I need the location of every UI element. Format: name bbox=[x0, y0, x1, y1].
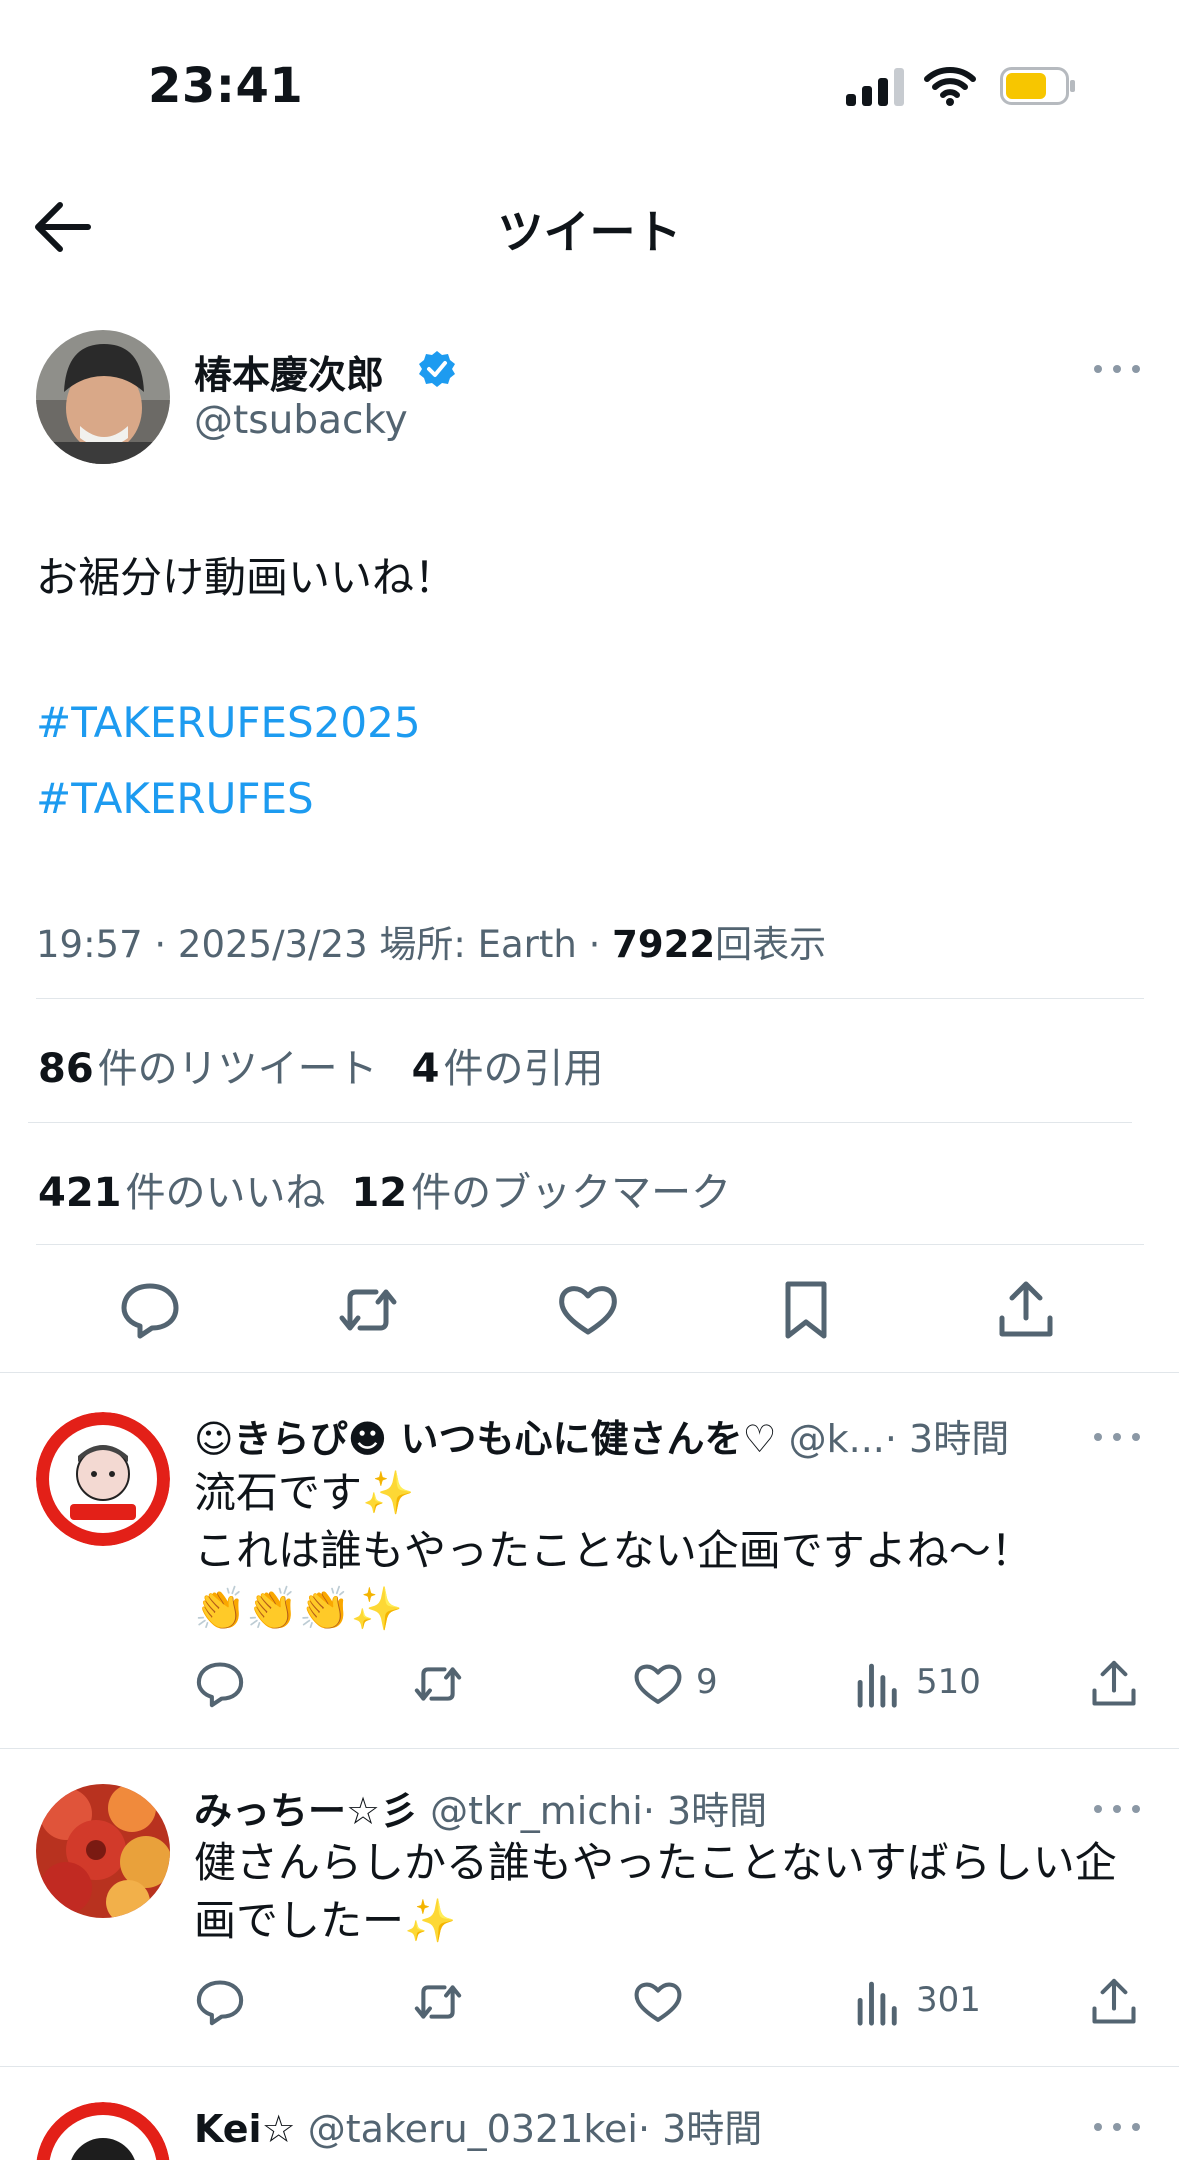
hashtag-link[interactable]: #TAKERUFES bbox=[36, 774, 314, 823]
like-button[interactable] bbox=[556, 1278, 620, 1342]
reply-text-line: 👏👏👏✨ bbox=[194, 1584, 404, 1633]
retweet-icon bbox=[414, 1985, 462, 2019]
reply-avatar[interactable] bbox=[36, 1784, 170, 1918]
reply-header: ☺︎きらぴ☻ いつも心に健さんを♡ @k...· 3時間 bbox=[194, 1408, 1009, 1463]
reply-header: Kei☆ @takeru_0321kei· 3時間 bbox=[194, 2098, 762, 2153]
like-count: 9 bbox=[696, 1662, 718, 1702]
divider bbox=[0, 1748, 1179, 1749]
reply-time: · 3時間 bbox=[884, 1417, 1010, 1461]
more-options-icon[interactable] bbox=[1094, 1430, 1140, 1444]
signal-icon bbox=[846, 68, 906, 106]
retweet-button[interactable] bbox=[336, 1278, 400, 1342]
views-chart-icon bbox=[857, 1981, 897, 2026]
share-icon bbox=[1092, 1978, 1136, 2024]
reply-time: · 3時間 bbox=[637, 2107, 763, 2151]
view-count: 510 bbox=[916, 1662, 981, 1702]
divider bbox=[0, 1372, 1179, 1373]
share-button[interactable] bbox=[1088, 1658, 1140, 1710]
heart-icon bbox=[634, 1982, 682, 2022]
reply-author-handle[interactable]: @tkr_michi bbox=[430, 1789, 643, 1833]
divider bbox=[36, 1244, 1144, 1245]
more-options-icon[interactable] bbox=[1094, 2120, 1140, 2134]
status-time: 23:41 bbox=[148, 58, 304, 114]
share-button[interactable] bbox=[994, 1278, 1058, 1342]
reply-author-name[interactable]: Kei☆ bbox=[194, 2107, 296, 2151]
divider bbox=[0, 2066, 1179, 2067]
reply-item[interactable]: Kei☆ @takeru_0321kei· 3時間 bbox=[0, 2068, 1179, 2160]
more-options-icon[interactable] bbox=[1094, 1802, 1140, 1816]
reply-text: 健さんらしかる誰もやったことないすばらしい企 画でしたー✨ bbox=[194, 1834, 1117, 1950]
more-options-icon[interactable] bbox=[1094, 362, 1140, 376]
reply-time: · 3時間 bbox=[642, 1789, 768, 1833]
reply-header: みっちー☆彡 @tkr_michi· 3時間 bbox=[194, 1780, 767, 1835]
reply-author-handle[interactable]: @k... bbox=[789, 1417, 885, 1461]
reply-author-name[interactable]: ☺︎きらぴ☻ いつも心に健さんを♡ bbox=[194, 1417, 777, 1461]
reply-item[interactable]: みっちー☆彡 @tkr_michi· 3時間 健さんらしかる誰もやったことないす… bbox=[0, 1750, 1179, 2064]
view-count: 301 bbox=[916, 1980, 981, 2020]
reply-author-name[interactable]: みっちー☆彡 bbox=[194, 1789, 418, 1833]
battery-icon bbox=[1000, 67, 1076, 105]
reply-button[interactable] bbox=[194, 1976, 246, 2028]
share-button[interactable] bbox=[1088, 1976, 1140, 2028]
views-chart-icon bbox=[857, 1663, 897, 1708]
view-label: 回表示 bbox=[715, 923, 827, 966]
tweet-timestamp: 19:57 · 2025/3/23 場所: Earth · bbox=[36, 923, 613, 966]
reply-text-line: 健さんらしかる誰もやったことないすばらしい企 bbox=[194, 1838, 1117, 1887]
bookmark-button[interactable] bbox=[774, 1278, 838, 1342]
reply-avatar[interactable] bbox=[36, 2102, 170, 2160]
reply-icon bbox=[196, 1662, 244, 1708]
heart-icon bbox=[559, 1286, 617, 1335]
views-button[interactable] bbox=[852, 1658, 904, 1710]
retweet-icon bbox=[414, 1667, 462, 1701]
quotes-stat[interactable]: 4 件の引用 bbox=[412, 1046, 604, 1092]
reply-avatar[interactable] bbox=[36, 1412, 170, 1546]
reply-item[interactable]: ☺︎きらぴ☻ いつも心に健さんを♡ @k...· 3時間 流石です✨ これは誰も… bbox=[0, 1374, 1179, 1746]
reply-button[interactable] bbox=[194, 1658, 246, 1710]
verified-badge-icon bbox=[418, 350, 456, 388]
reply-button[interactable] bbox=[118, 1278, 182, 1342]
views-button[interactable] bbox=[852, 1976, 904, 2028]
retweets-stat[interactable]: 86 件のリツイート bbox=[38, 1046, 378, 1092]
reply-author-handle[interactable]: @takeru_0321kei bbox=[308, 2107, 638, 2151]
reply-icon bbox=[196, 1980, 244, 2026]
engagement-stats-row: 421 件のいいね 12 件のブックマーク bbox=[38, 1160, 731, 1218]
reply-text-line: 画でしたー✨ bbox=[194, 1896, 457, 1945]
view-count: 7922 bbox=[612, 923, 716, 966]
tweet-text: お裾分け動画いいね！ bbox=[36, 553, 457, 602]
reply-text: 流石です✨ これは誰もやったことない企画ですよね〜！ 👏👏👏✨ bbox=[194, 1464, 1033, 1638]
engagement-stats-row: 86 件のリツイート 4 件の引用 bbox=[38, 1036, 604, 1094]
reply-text-line: これは誰もやったことない企画ですよね〜！ bbox=[194, 1526, 1033, 1575]
author-avatar[interactable] bbox=[36, 330, 170, 464]
wifi-icon bbox=[924, 66, 976, 106]
reply-text-line: 流石です✨ bbox=[194, 1468, 415, 1517]
bookmarks-stat[interactable]: 12 件のブックマーク bbox=[352, 1170, 732, 1216]
divider bbox=[36, 998, 1144, 999]
author-name[interactable]: 椿本慶次郎 bbox=[194, 344, 384, 399]
like-button[interactable] bbox=[632, 1976, 684, 2028]
page-title: ツイート bbox=[497, 205, 682, 259]
like-button[interactable] bbox=[632, 1658, 684, 1710]
share-icon bbox=[999, 1281, 1053, 1337]
divider bbox=[28, 1122, 1132, 1123]
share-icon bbox=[1092, 1660, 1136, 1706]
hashtag-link[interactable]: #TAKERUFES2025 bbox=[36, 698, 421, 747]
heart-icon bbox=[634, 1664, 682, 1704]
reply-icon bbox=[121, 1283, 179, 1339]
bookmark-icon bbox=[785, 1281, 827, 1339]
author-handle[interactable]: @tsubacky bbox=[194, 398, 408, 443]
likes-stat[interactable]: 421 件のいいね bbox=[38, 1170, 326, 1216]
retweet-button[interactable] bbox=[412, 1658, 464, 1710]
retweet-button[interactable] bbox=[412, 1976, 464, 2028]
retweet-icon bbox=[339, 1289, 397, 1331]
tweet-meta: 19:57 · 2025/3/23 場所: Earth · 7922回表示 bbox=[36, 914, 826, 968]
